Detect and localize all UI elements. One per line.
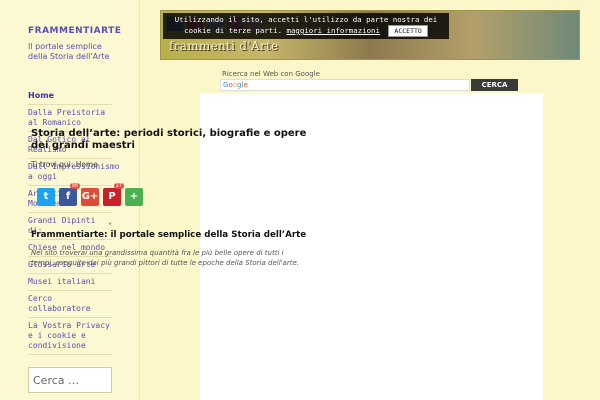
google-plus-share-button[interactable]: G+ [81,188,99,206]
nav-item-label: Home [28,91,54,100]
nav-item-musei[interactable]: Musei italiani [28,274,112,291]
google-search-label: Ricerca nel Web con Google [222,70,320,78]
nav-item-privacy[interactable]: La Vostra Privacy e i cookie e condivisi… [28,318,112,355]
twitter-share-button[interactable]: t [37,188,55,206]
banner-logo: frammenti d'Arte [169,39,279,53]
google-logo: Google [223,81,248,89]
site-title[interactable]: FRAMMENTIARTE [28,26,121,36]
share-count-badge: 27 [113,183,124,189]
google-plus-icon: G+ [81,191,99,202]
facebook-icon: f [65,191,71,202]
nav-item-label: Musei italiani [28,277,96,286]
facebook-share-button[interactable]: f 98 [59,183,80,206]
breadcrumb-home-link[interactable]: Home [76,160,98,169]
cookie-more-link[interactable]: maggiori informazioni [287,26,380,35]
nav-item-home[interactable]: Home [28,88,112,105]
breadcrumb: Ti trovi qui: Home [31,160,98,169]
chevron-down-icon[interactable]: ⌄ [106,216,112,227]
cookie-notice: Utilizzando il sito, accetti l'utilizzo … [163,13,449,39]
site-tagline: Il portale semplice della Storia dell'Ar… [28,42,110,61]
nav-item-label: Cerco collaboratore [28,294,91,313]
sidebar-search-input[interactable] [28,367,112,393]
page-title: Storia dell’arte: periodi storici, biogr… [31,128,307,151]
share-bar: t f 98 G+ P 27 + [37,183,143,206]
section-heading: Frammentiarte: il portale semplice della… [31,230,307,240]
google-search-button[interactable]: CERCA [471,79,518,91]
intro-text: Nel sito troverai una grandissima quanti… [31,249,300,267]
breadcrumb-prefix: Ti trovi qui: [31,160,74,169]
cookie-accept-button[interactable]: ACCETTO [388,25,428,37]
nav-item-collaboratore[interactable]: Cerco collaboratore [28,291,112,318]
twitter-icon: t [43,191,49,202]
google-search-input[interactable]: Google [220,79,470,91]
pinterest-icon: P [108,191,116,202]
nav-item-label: La Vostra Privacy e i cookie e condivisi… [28,321,110,350]
more-share-icon: + [129,191,139,202]
nav-item-label: Dalla Preistoria al Romanico [28,108,106,127]
share-count-badge: 98 [69,183,80,189]
more-share-button[interactable]: + [125,188,143,206]
pinterest-share-button[interactable]: P 27 [103,183,124,206]
